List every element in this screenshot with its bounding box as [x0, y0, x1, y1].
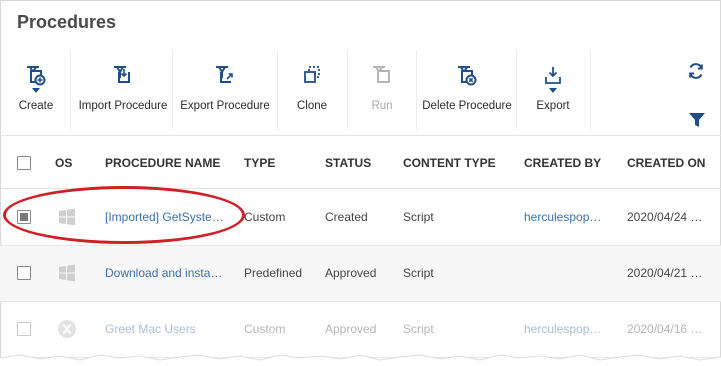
- created-by-link[interactable]: herculespop…: [524, 322, 614, 336]
- content-type-cell: Script: [403, 210, 434, 224]
- procedure-name-link[interactable]: Download and insta…: [105, 266, 240, 280]
- row-checkbox[interactable]: [17, 322, 31, 336]
- windows-icon: [57, 263, 77, 288]
- type-cell: Custom: [244, 210, 286, 224]
- row-checkbox[interactable]: [17, 210, 31, 224]
- export-button[interactable]: Export: [530, 50, 576, 128]
- toolbar-divider: [347, 50, 348, 130]
- status-cell: Approved: [325, 266, 377, 280]
- chevron-down-icon: [32, 88, 40, 96]
- toolbar-divider: [277, 50, 278, 130]
- create-button[interactable]: Create: [12, 50, 60, 128]
- procedure-name-link[interactable]: [Imported] GetSyste…: [105, 210, 240, 224]
- table-row[interactable]: Download and insta… Predefined Approved …: [0, 246, 721, 302]
- created-on-cell: 2020/04/24 …: [627, 210, 703, 224]
- procedure-name-link[interactable]: Greet Mac Users: [105, 322, 240, 336]
- clone-label: Clone: [296, 100, 328, 112]
- mac-icon: [57, 319, 77, 344]
- column-header-status[interactable]: STATUS: [325, 156, 371, 170]
- type-cell: Custom: [244, 322, 286, 336]
- content-type-cell: Script: [403, 266, 434, 280]
- column-header-content-type[interactable]: CONTENT TYPE: [403, 156, 496, 170]
- toolbar-divider: [70, 50, 71, 130]
- table-row[interactable]: Greet Mac Users Custom Approved Script h…: [0, 302, 721, 358]
- table-row[interactable]: [Imported] GetSyste… Custom Created Scri…: [0, 190, 721, 246]
- delete-procedure-button[interactable]: Delete Procedure: [422, 50, 512, 128]
- windows-icon: [57, 207, 77, 232]
- export-icon: [542, 62, 564, 88]
- chevron-down-icon: [549, 88, 557, 96]
- toolbar: Create Import Procedure Export Procedure: [0, 50, 721, 130]
- export-procedure-label: Export Procedure: [180, 100, 270, 112]
- run-label: Run: [371, 100, 393, 112]
- status-cell: Approved: [325, 322, 377, 336]
- created-on-cell: 2020/04/21 …: [627, 266, 703, 280]
- toolbar-divider: [516, 50, 517, 130]
- clone-button[interactable]: Clone: [290, 50, 334, 128]
- row-checkbox[interactable]: [17, 266, 31, 280]
- clone-icon: [301, 62, 323, 88]
- content-type-cell: Script: [403, 322, 434, 336]
- export-label: Export: [536, 100, 570, 112]
- refresh-icon[interactable]: [686, 61, 706, 86]
- status-cell: Created: [325, 210, 368, 224]
- delete-procedure-label: Delete Procedure: [422, 100, 512, 112]
- import-procedure-label: Import Procedure: [78, 100, 168, 112]
- toolbar-divider: [416, 50, 417, 130]
- toolbar-divider: [590, 50, 591, 130]
- import-procedure-icon: [111, 62, 135, 88]
- toolbar-divider: [172, 50, 173, 130]
- created-on-cell: 2020/04/16 …: [627, 322, 703, 336]
- column-header-procedure-name[interactable]: PROCEDURE NAME: [105, 156, 220, 170]
- filter-icon[interactable]: [688, 111, 706, 134]
- import-procedure-button[interactable]: Import Procedure: [78, 50, 168, 128]
- create-label: Create: [18, 100, 54, 112]
- create-procedure-icon: [24, 62, 48, 88]
- type-cell: Predefined: [244, 266, 303, 280]
- export-procedure-button[interactable]: Export Procedure: [180, 50, 270, 128]
- delete-procedure-icon: [455, 62, 479, 88]
- run-icon: [370, 62, 394, 88]
- column-header-type[interactable]: TYPE: [244, 156, 275, 170]
- run-button[interactable]: Run: [360, 50, 404, 128]
- export-procedure-icon: [213, 62, 237, 88]
- column-header-created-by[interactable]: CREATED BY: [524, 156, 601, 170]
- select-all-checkbox[interactable]: [17, 156, 31, 170]
- column-header-created-on[interactable]: CREATED ON: [627, 156, 705, 170]
- created-by-link[interactable]: herculespop…: [524, 210, 614, 224]
- table-header: OS PROCEDURE NAME TYPE STATUS CONTENT TY…: [0, 135, 721, 189]
- page-title: Procedures: [17, 12, 117, 32]
- column-header-os[interactable]: OS: [55, 156, 72, 170]
- torn-edge: [0, 352, 721, 366]
